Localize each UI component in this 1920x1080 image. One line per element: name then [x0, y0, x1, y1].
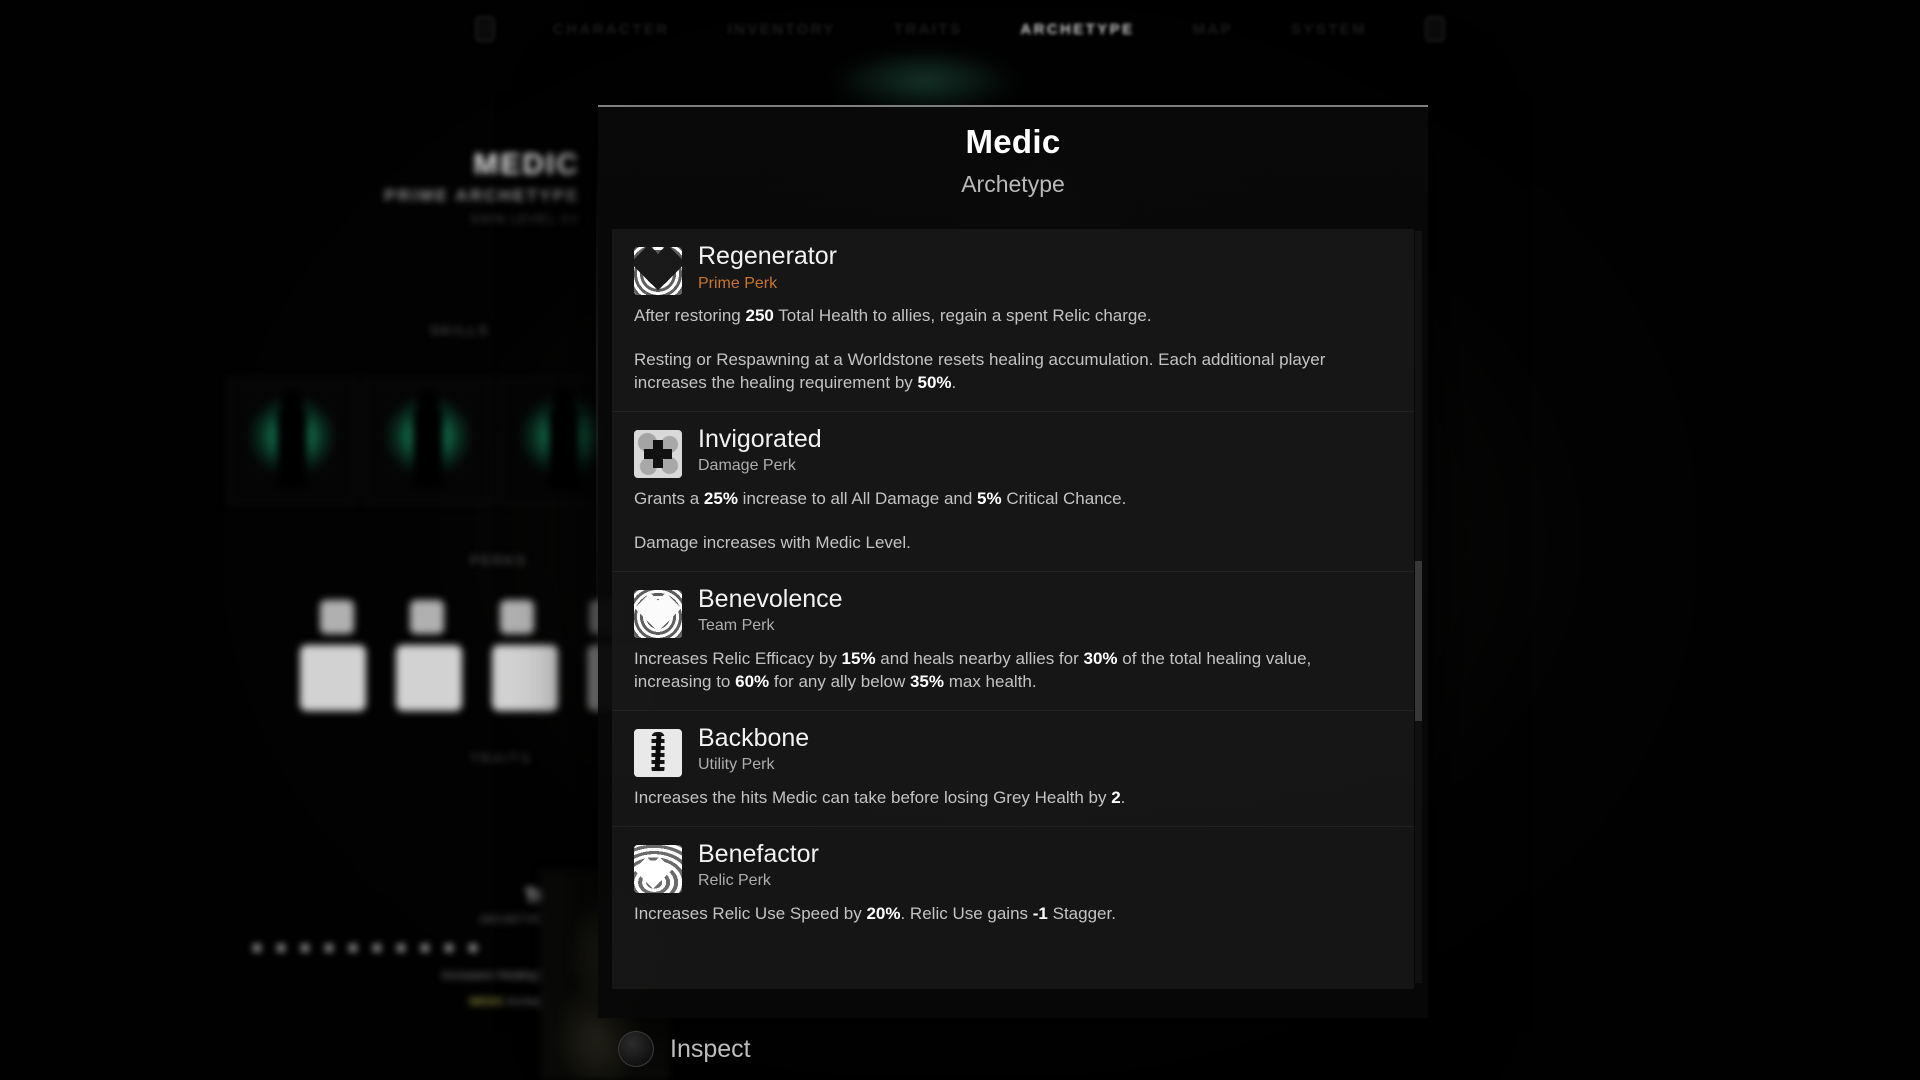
scrollbar-thumb[interactable]: [1415, 561, 1422, 721]
background-perk-icon[interactable]: [410, 600, 444, 634]
perk-description: Increases Relic Efficacy by 15% and heal…: [634, 648, 1312, 691]
background-skill-card-row: [228, 378, 628, 504]
perk-list[interactable]: Regenerator Prime Perk After restoring 2…: [612, 229, 1414, 989]
game-screen: CHARACTER INVENTORY TRAITS ARCHETYPE MAP…: [0, 0, 1920, 1080]
background-perk-icon[interactable]: [500, 600, 534, 634]
perk-description: Resting or Respawning at a Worldstone re…: [634, 349, 1326, 392]
perk-row-backbone[interactable]: Backbone Utility Perk Increases the hits…: [612, 711, 1414, 827]
background-perk-icon[interactable]: [492, 645, 558, 711]
modal-header: Medic Archetype: [598, 107, 1428, 212]
background-perks-heading: PERKS: [470, 552, 528, 568]
perk-type: Prime Perk: [698, 274, 778, 292]
background-perk-icon[interactable]: [320, 600, 354, 634]
circle-button-icon: [618, 1031, 654, 1067]
background-trait-subtitle: ARCHETYPE TRAIT: [479, 914, 581, 926]
spine-icon: [634, 728, 682, 777]
background-trait-description: Increases Healing by 50%: [441, 968, 581, 982]
background-traits-heading: TRAITS: [470, 750, 532, 766]
perk-name: Benefactor: [698, 839, 819, 868]
background-archetype-name: MEDIC: [473, 148, 580, 181]
heart-rings-icon: [634, 247, 682, 295]
background-archetype-kind: PRIME ARCHETYPE: [384, 186, 580, 205]
background-trait-tag: MEDIC Archetype Trait: [235, 996, 581, 1008]
background-skill-card[interactable]: [228, 378, 356, 504]
heart-wave-icon: [634, 844, 682, 893]
background-archetype-level: GAIN LEVEL XX: [470, 212, 580, 226]
footer-bar: Inspect: [0, 1018, 1920, 1080]
perk-description: After restoring 250 Total Health to alli…: [634, 306, 1152, 325]
archetype-detail-modal: Medic Archetype Regenerator Prime Perk A…: [598, 105, 1428, 1018]
background-trait-tag-prefix: MEDIC: [469, 996, 505, 1008]
perk-description: Damage increases with Medic Level.: [634, 532, 911, 552]
inspect-button-label[interactable]: Inspect: [670, 1035, 751, 1064]
perk-name: Backbone: [698, 723, 810, 752]
perk-row-regenerator[interactable]: Regenerator Prime Perk After restoring 2…: [612, 229, 1414, 412]
background-perk-icon[interactable]: [396, 645, 462, 711]
background-skill-card[interactable]: [364, 378, 492, 504]
background-archetype-header: MEDIC PRIME ARCHETYPE GAIN LEVEL XX: [250, 148, 580, 226]
perk-type: Damage Perk: [698, 457, 796, 475]
background-trait-name: Triage: [235, 886, 581, 908]
background-perk-icon[interactable]: [300, 645, 366, 711]
perk-name: Benevolence: [698, 584, 843, 613]
modal-title: Medic: [965, 123, 1061, 160]
heart-outline-icon: [634, 589, 682, 638]
background-skills-heading: SKILLS: [430, 322, 490, 338]
perk-name: Regenerator: [698, 242, 837, 270]
perk-name: Invigorated: [698, 424, 822, 453]
perk-description: Increases the hits Medic can take before…: [634, 787, 1126, 807]
perk-row-invigorated[interactable]: Invigorated Damage Perk Grants a 25% inc…: [612, 412, 1414, 572]
background-perk-icon-row-small: [320, 600, 624, 634]
perk-type: Utility Perk: [698, 756, 775, 774]
medical-cross-icon: [634, 429, 682, 478]
perk-list-scrollbar[interactable]: [1415, 231, 1422, 983]
modal-subtitle: Archetype: [961, 170, 1065, 197]
perk-type: Relic Perk: [698, 872, 771, 889]
perk-description: Increases Relic Use Speed by 20%. Relic …: [634, 903, 1116, 923]
background-trait-dots: [253, 944, 581, 952]
perk-row-benefactor[interactable]: Benefactor Relic Perk Increases Relic Us…: [612, 827, 1414, 942]
perk-description: Grants a 25% increase to all All Damage …: [634, 488, 1127, 508]
perk-type: Team Perk: [698, 617, 775, 635]
perk-row-benevolence[interactable]: Benevolence Team Perk Increases Relic Ef…: [612, 572, 1414, 711]
